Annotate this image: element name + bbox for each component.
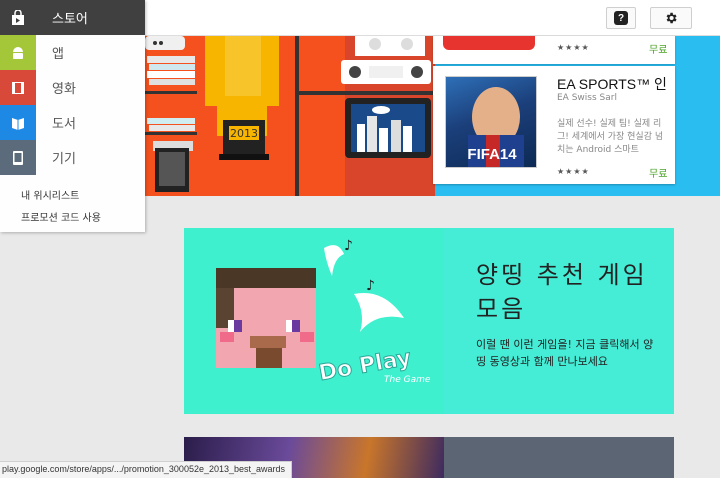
- sidebar-item-label: 영화: [52, 82, 76, 97]
- sidebar-item-label: 앱: [52, 47, 64, 62]
- svg-text:♪: ♪: [366, 278, 375, 294]
- sidebar-item-apps[interactable]: 앱: [0, 35, 145, 70]
- sidebar-item-store[interactable]: 스토어: [0, 0, 145, 35]
- settings-button[interactable]: [650, 7, 692, 29]
- app-card-top-price[interactable]: 무료: [649, 41, 667, 56]
- app-card-top[interactable]: ★★★★ 무료: [433, 36, 675, 64]
- app-card-top-rating: ★★★★: [557, 43, 590, 52]
- app-card-fifa[interactable]: FIFA14 EA SPORTS™ 인 EA Swiss Sarl 실제 선수!…: [433, 66, 675, 184]
- svg-text:♪: ♪: [344, 238, 353, 254]
- promo-banner[interactable]: ♪ ♪ Do Play The Game 양띵 추천 게임 모음 이럴 땐 이런…: [184, 228, 674, 414]
- device-icon: [0, 140, 36, 175]
- sidebar-item-books[interactable]: 도서: [0, 105, 145, 140]
- gear-icon: [666, 12, 677, 24]
- wishlist-link[interactable]: 내 위시리스트: [21, 187, 79, 202]
- sidebar-item-label: 도서: [52, 117, 76, 132]
- app-price[interactable]: 무료: [649, 165, 667, 180]
- android-icon: [0, 35, 36, 70]
- banner-title: 양띵 추천 게임 모음: [476, 261, 648, 323]
- sidebar-item-devices[interactable]: 기기: [0, 140, 145, 175]
- app-thumbnail[interactable]: FIFA14: [445, 76, 537, 168]
- book-icon: [0, 105, 36, 140]
- sidebar-item-movies[interactable]: 영화: [0, 70, 145, 105]
- banner-logo-subtext: The Game: [384, 375, 431, 385]
- hero-illustration[interactable]: 2013: [145, 36, 435, 196]
- help-icon: ?: [614, 11, 628, 25]
- banner-art: ♪ ♪ Do Play The Game: [184, 228, 444, 414]
- app-title[interactable]: EA SPORTS™ 인: [557, 74, 675, 94]
- store-bag-icon: [0, 0, 36, 35]
- app-card-top-image: [443, 36, 535, 50]
- sidebar: 스토어 앱 영화 도서 기기 내 위시리스트 프로모션 코드 사용: [0, 0, 145, 232]
- app-rating: ★★★★: [557, 167, 590, 176]
- status-url: play.google.com/store/apps/.../promotion…: [0, 461, 293, 478]
- sidebar-item-label: 기기: [52, 152, 76, 167]
- trophy-year: 2013: [230, 127, 258, 140]
- redeem-link[interactable]: 프로모션 코드 사용: [21, 209, 101, 224]
- film-icon: [0, 70, 36, 105]
- banner-description: 이럴 땐 이런 게임을! 지금 클릭해서 양띵 동영상과 함께 만나보세요: [476, 338, 654, 368]
- sidebar-item-label: 스토어: [52, 12, 88, 27]
- app-developer[interactable]: EA Swiss Sarl: [557, 93, 617, 103]
- fifa-logo: FIFA14: [467, 146, 517, 163]
- app-description: 실제 선수! 실제 팀! 실제 리그! 세계에서 가장 현실감 넘치는 Andr…: [557, 119, 664, 155]
- help-button[interactable]: ?: [606, 7, 636, 29]
